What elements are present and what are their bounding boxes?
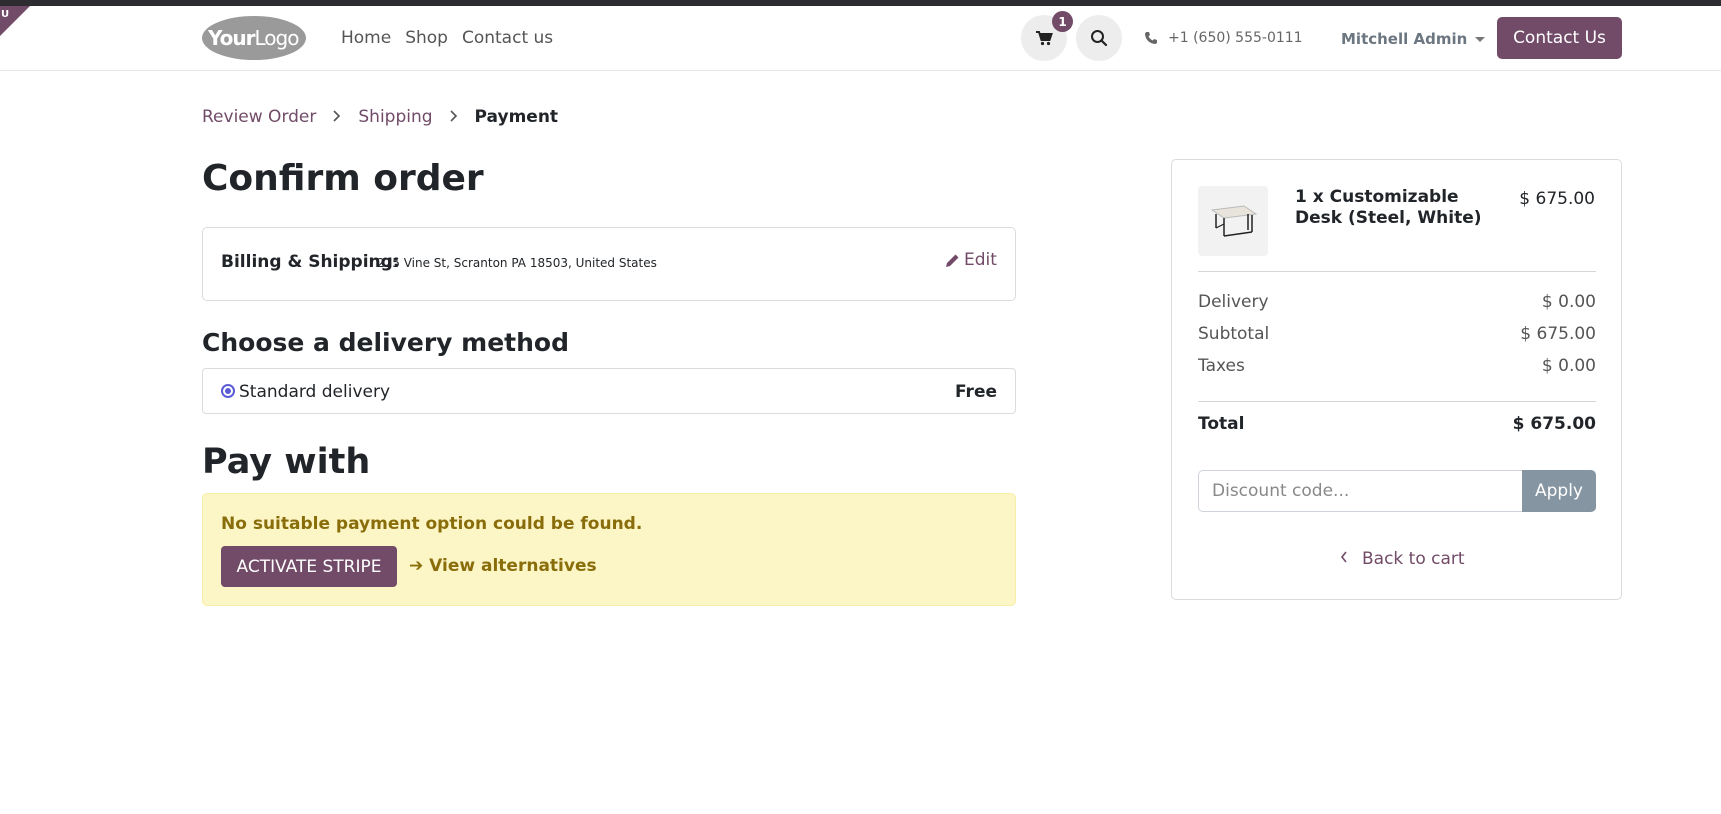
nav-shop[interactable]: Shop [405,28,448,48]
apply-discount-button[interactable]: Apply [1522,470,1596,512]
page-title: Confirm order [202,158,484,199]
delivery-heading: Choose a delivery method [202,328,570,357]
desk-image [1210,205,1258,237]
payment-warning-message: No suitable payment option could be foun… [221,514,643,534]
user-menu[interactable]: Mitchell Admin [1341,30,1486,48]
logo-text: YourLogo [208,26,299,50]
activate-stripe-button[interactable]: ACTIVATE STRIPE [221,546,397,587]
delivery-option[interactable]: Standard delivery Free [202,368,1016,414]
billing-label: Billing & Shipping: [221,252,400,272]
checkout-breadcrumb: Review Order Shipping Payment [202,107,558,127]
back-to-cart-label: Back to cart [1362,549,1465,569]
breadcrumb-review-order[interactable]: Review Order [202,107,316,127]
product-name[interactable]: 1 x Customizable Desk (Steel, White) [1295,187,1495,229]
edit-address-link[interactable]: Edit [945,250,997,270]
row-label: Taxes [1198,356,1245,376]
summary-divider [1198,271,1596,272]
edit-label: Edit [964,250,997,270]
search-button[interactable] [1076,15,1122,61]
search-icon [1091,30,1108,47]
summary-row-taxes: Taxes $ 0.00 [1198,356,1596,376]
breadcrumb-payment: Payment [474,107,559,127]
nav-home[interactable]: Home [341,28,391,48]
product-price: $ 675.00 [1519,189,1595,209]
summary-divider [1198,401,1596,402]
breadcrumb-shipping[interactable]: Shipping [358,107,432,127]
order-summary: 1 x Customizable Desk (Steel, White) $ 6… [1171,159,1622,600]
summary-row-subtotal: Subtotal $ 675.00 [1198,324,1596,344]
row-value: $ 0.00 [1541,292,1596,312]
product-thumbnail[interactable] [1198,186,1268,256]
cart-count-badge: 1 [1052,11,1073,32]
summary-row-total: Total $ 675.00 [1198,414,1596,434]
contact-us-button[interactable]: Contact Us [1497,17,1622,59]
corner-ribbon-label: U [1,9,10,20]
billing-shipping-card: Billing & Shipping: 215 Vine St, Scranto… [202,227,1016,301]
view-alternatives-link[interactable]: ➔ View alternatives [409,556,597,576]
phone-icon [1145,32,1157,44]
payment-warning-alert: No suitable payment option could be foun… [202,493,1016,606]
caret-down-icon [1475,36,1486,42]
delivery-radio[interactable] [221,384,235,398]
phone-contact[interactable]: +1 (650) 555-0111 [1144,30,1303,46]
delivery-option-price: Free [955,382,997,402]
pencil-icon [946,254,959,267]
phone-number: +1 (650) 555-0111 [1168,30,1303,46]
row-label: Subtotal [1198,324,1270,344]
discount-code-input[interactable]: Discount code... [1198,470,1522,512]
site-header: YourLogo Home Shop Contact us 1 +1 (650)… [0,6,1721,71]
nav-contact[interactable]: Contact us [462,28,553,48]
total-value: $ 675.00 [1512,414,1596,434]
delivery-option-name: Standard delivery [239,382,391,402]
chevron-right-icon [449,107,458,127]
user-name: Mitchell Admin [1341,30,1468,48]
billing-address: 215 Vine St, Scranton PA 18503, United S… [377,256,657,270]
row-value: $ 0.00 [1541,356,1596,376]
back-to-cart-link[interactable]: Back to cart [1340,549,1465,569]
site-logo[interactable]: YourLogo [202,16,306,60]
chevron-right-icon [333,107,341,127]
main-nav: Home Shop Contact us [341,28,567,48]
discount-form: Discount code... Apply [1198,470,1596,512]
chevron-left-icon [1340,551,1348,567]
row-label: Delivery [1198,292,1269,312]
row-value: $ 675.00 [1520,324,1596,344]
summary-row-delivery: Delivery $ 0.00 [1198,292,1596,312]
pay-with-heading: Pay with [202,442,371,482]
total-label: Total [1198,414,1245,434]
cart-icon [1035,30,1053,45]
